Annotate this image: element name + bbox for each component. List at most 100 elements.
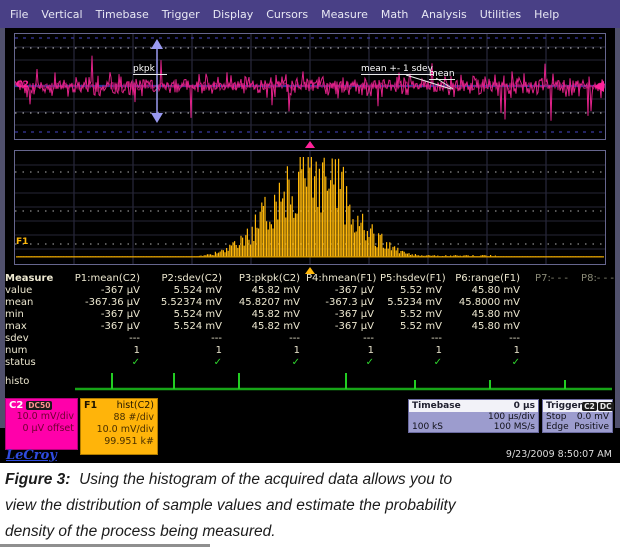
status-check-icon: ✓ bbox=[380, 357, 448, 368]
waveform-panel: C2 pkpk mean +- 1 sdev mean bbox=[14, 33, 606, 140]
waveform-plot bbox=[15, 34, 605, 139]
f1-population: 99.951 k# bbox=[84, 436, 154, 448]
trigger-label: Trigger bbox=[546, 400, 582, 412]
f1-counts-per-div: 88 #/div bbox=[84, 412, 154, 424]
measure-cell: 45.8000 mV bbox=[448, 297, 526, 308]
menu-item-measure[interactable]: Measure bbox=[321, 8, 368, 21]
measure-cell: 5.524 mV bbox=[146, 285, 228, 296]
status-check-icon: ✓ bbox=[448, 357, 526, 368]
menu-item-file[interactable]: File bbox=[10, 8, 28, 21]
trigger-source-badge: C2 bbox=[582, 402, 597, 411]
mean-sdev-annotation: mean +- 1 sdev bbox=[361, 64, 433, 75]
measure-cell: -367 µV bbox=[306, 285, 380, 296]
figure-caption-text: Using the histogram of the acquired data… bbox=[5, 471, 456, 540]
f1-descriptor-label: F1 bbox=[84, 400, 97, 412]
measure-cell: 5.52 mV bbox=[380, 285, 448, 296]
timebase-rate: 100 MS/s bbox=[494, 422, 535, 432]
channel-c2-trace-label: C2 bbox=[16, 80, 29, 90]
measure-column-header[interactable]: P4:hmean(F1) bbox=[306, 273, 380, 284]
status-check-icon: ✓ bbox=[228, 357, 306, 368]
measure-column-header[interactable]: P3:pkpk(C2) bbox=[228, 273, 306, 284]
lecroy-logo: LeCroy bbox=[6, 448, 57, 463]
measure-cell: 1 bbox=[448, 345, 526, 356]
trigger-mode: Stop bbox=[546, 412, 566, 422]
measure-cell: 5.52374 mV bbox=[146, 297, 228, 308]
measure-cell: -367 µV bbox=[62, 309, 146, 320]
trace-f1-descriptor[interactable]: F1 hist(C2) 88 #/div 10.0 mV/div 99.951 … bbox=[80, 398, 158, 455]
channel-c2-descriptor[interactable]: C2 DC50 10.0 mV/div 0 µV offset bbox=[5, 398, 78, 450]
menu-item-utilities[interactable]: Utilities bbox=[480, 8, 521, 21]
menu-item-math[interactable]: Math bbox=[381, 8, 409, 21]
measure-row-min: min-367 µV5.524 mV45.82 mV-367 µV5.52 mV… bbox=[0, 308, 620, 320]
trigger-source-badges: C2 DC bbox=[582, 402, 613, 411]
measure-cell: --- bbox=[380, 333, 448, 344]
menu-item-cursors[interactable]: Cursors bbox=[266, 8, 308, 21]
measure-row-label: sdev bbox=[0, 333, 62, 344]
measure-cell: --- bbox=[146, 333, 228, 344]
measure-column-header[interactable]: P7:- - - bbox=[526, 273, 574, 284]
measure-cell: 45.82 mV bbox=[228, 285, 306, 296]
trigger-level: 0.0 mV bbox=[577, 412, 609, 422]
measure-cell: 45.82 mV bbox=[228, 309, 306, 320]
measure-cell: 45.80 mV bbox=[448, 321, 526, 332]
measure-column-header[interactable]: P1:mean(C2) bbox=[62, 273, 146, 284]
trigger-level-arrow-icon bbox=[594, 81, 604, 92]
measure-cell: 45.80 mV bbox=[448, 285, 526, 296]
histo-row-chart bbox=[0, 368, 620, 394]
measure-cell: -367 µV bbox=[62, 321, 146, 332]
measure-table-title: Measure bbox=[0, 273, 62, 284]
pkpk-annotation: pkpk bbox=[133, 64, 167, 75]
mean-annotation: mean bbox=[429, 69, 455, 80]
c2-descriptor-label: C2 bbox=[9, 400, 23, 411]
status-check-icon: ✓ bbox=[146, 357, 228, 368]
histogram-plot bbox=[15, 151, 605, 264]
f1-function: hist(C2) bbox=[117, 400, 154, 412]
f1-volts-per-div: 10.0 mV/div bbox=[84, 424, 154, 436]
measure-row-label: mean bbox=[0, 297, 62, 308]
measure-row-status: status✓✓✓✓✓✓ bbox=[0, 356, 620, 368]
measure-cell: --- bbox=[228, 333, 306, 344]
menu-item-trigger[interactable]: Trigger bbox=[162, 8, 200, 21]
histogram-panel: F1 bbox=[14, 150, 606, 265]
measure-row-num: num111111 bbox=[0, 344, 620, 356]
measure-row-label: min bbox=[0, 309, 62, 320]
measure-column-header[interactable]: P6:range(F1) bbox=[448, 273, 526, 284]
measure-cell: --- bbox=[62, 333, 146, 344]
measure-cell: 5.5234 mV bbox=[380, 297, 448, 308]
menu-item-timebase[interactable]: Timebase bbox=[96, 8, 149, 21]
trigger-descriptor[interactable]: Trigger C2 DC Stop 0.0 mV Edge Positive bbox=[542, 399, 613, 433]
measure-cell: -367 µV bbox=[306, 309, 380, 320]
measure-cell: 5.52 mV bbox=[380, 321, 448, 332]
status-check-icon: ✓ bbox=[62, 357, 146, 368]
trigger-kind: Edge bbox=[546, 422, 569, 432]
menu-item-analysis[interactable]: Analysis bbox=[421, 8, 466, 21]
menu-item-vertical[interactable]: Vertical bbox=[41, 8, 82, 21]
measure-cell: 1 bbox=[146, 345, 228, 356]
measure-cell: 5.524 mV bbox=[146, 321, 228, 332]
trigger-slope: Positive bbox=[574, 422, 609, 432]
measure-row-value: value-367 µV5.524 mV45.82 mV-367 µV5.52 … bbox=[0, 284, 620, 296]
c2-offset: 0 µV offset bbox=[9, 423, 74, 435]
menu-item-help[interactable]: Help bbox=[534, 8, 559, 21]
measure-cell: 45.80 mV bbox=[448, 309, 526, 320]
cropped-next-text-line bbox=[0, 544, 210, 547]
menu-bar: File Vertical Timebase Trigger Display Cursor… bbox=[0, 0, 620, 28]
timebase-delay: 0 µs bbox=[514, 400, 535, 412]
measure-cell: -367.36 µV bbox=[62, 297, 146, 308]
figure-caption-number: Figure 3: bbox=[5, 471, 70, 488]
measure-column-header[interactable]: P5:hsdev(F1) bbox=[380, 273, 448, 284]
timestamp: 9/23/2009 8:50:07 AM bbox=[506, 449, 612, 460]
measure-row-mean: mean-367.36 µV5.52374 mV45.8207 mV-367.3… bbox=[0, 296, 620, 308]
timebase-descriptor[interactable]: Timebase 0 µs 100 µs/div 100 kS 100 MS/s bbox=[408, 399, 539, 433]
measure-column-header[interactable]: P2:sdev(C2) bbox=[146, 273, 228, 284]
mean-marker-icon bbox=[305, 141, 315, 148]
measure-table-header: MeasureP1:mean(C2)P2:sdev(C2)P3:pkpk(C2)… bbox=[0, 272, 620, 284]
measure-cell: 5.524 mV bbox=[146, 309, 228, 320]
timebase-samples: 100 kS bbox=[412, 422, 443, 432]
trigger-coupling-badge: DC bbox=[598, 402, 614, 411]
measure-cell: 1 bbox=[62, 345, 146, 356]
c2-coupling-badge: DC50 bbox=[26, 401, 52, 410]
timebase-per-div: 100 µs/div bbox=[488, 412, 535, 422]
menu-item-display[interactable]: Display bbox=[213, 8, 254, 21]
measure-column-header[interactable]: P8:- - - bbox=[574, 273, 620, 284]
